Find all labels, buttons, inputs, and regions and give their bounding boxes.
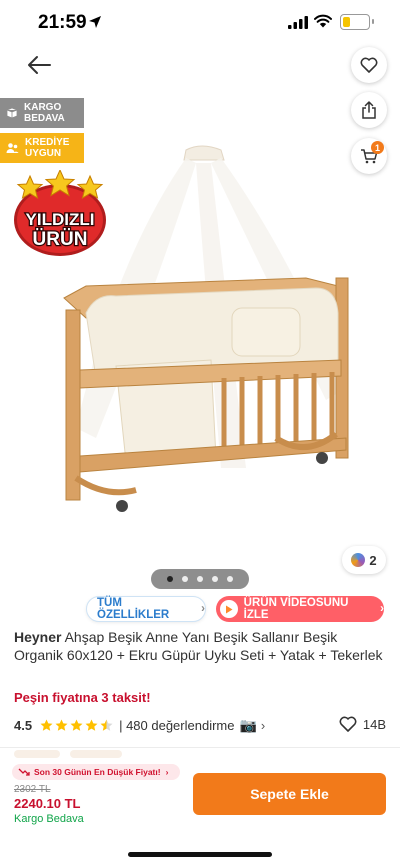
chevron-right-icon: ›	[260, 717, 266, 733]
chevron-right-icon: ›	[380, 603, 384, 615]
scrolled-chip	[70, 750, 122, 758]
divider	[0, 747, 400, 748]
star-icon	[40, 719, 53, 731]
free-shipping-text: Kargo Bedava	[14, 813, 84, 825]
add-to-cart-button[interactable]: Sepete Ekle	[193, 773, 386, 815]
old-price: 2302 TL	[14, 784, 51, 795]
carousel-dot[interactable]	[212, 576, 218, 582]
share-icon	[362, 101, 376, 119]
lowest-price-label: Son 30 Günün En Düşük Fiyatı!	[34, 767, 161, 777]
carousel-dot[interactable]	[227, 576, 233, 582]
star-icon	[100, 719, 113, 731]
cargo-badge-line1: KARGO	[24, 102, 62, 113]
favorite-button[interactable]	[351, 47, 387, 83]
location-arrow-icon	[89, 16, 101, 28]
installment-text: Peşin fiyatına 3 taksit!	[14, 690, 151, 705]
review-count[interactable]: | 480 değerlendirme	[119, 718, 234, 733]
play-icon	[220, 600, 238, 618]
carousel-dot[interactable]	[197, 576, 203, 582]
box-icon	[6, 107, 18, 119]
product-title: Heyner Ahşap Beşik Anne Yanı Beşik Salla…	[14, 628, 384, 664]
lowest-price-badge[interactable]: Son 30 Günün En Düşük Fiyatı! ›	[12, 764, 180, 780]
favorite-count-value: 14B	[362, 716, 386, 732]
battery-icon	[340, 14, 374, 30]
product-image[interactable]	[46, 138, 366, 518]
watch-video-label: ÜRÜN VİDEOSUNU İZLE	[243, 597, 349, 621]
star-icon	[70, 719, 83, 731]
share-button[interactable]	[351, 92, 387, 128]
star-icon	[85, 719, 98, 731]
product-brand[interactable]: Heyner	[14, 629, 61, 645]
cargo-badge-line2: BEDAVA	[24, 113, 65, 124]
back-arrow-icon[interactable]	[24, 52, 54, 78]
wifi-icon	[314, 14, 332, 28]
watch-video-button[interactable]: ÜRÜN VİDEOSUNU İZLE ›	[216, 596, 384, 622]
carousel-dots[interactable]	[151, 569, 249, 589]
heart-icon	[339, 716, 357, 732]
product-name: Ahşap Beşik Anne Yanı Beşik Sallanır Beş…	[14, 629, 383, 663]
cart-count-badge: 1	[371, 141, 384, 154]
status-time: 21:59	[38, 12, 87, 33]
rating-value: 4.5	[14, 717, 33, 733]
current-price: 2240.10 TL	[14, 796, 81, 811]
cellular-signal-icon	[288, 16, 308, 29]
all-features-label: TÜM ÖZELLİKLER	[97, 597, 170, 621]
rating-row[interactable]: 4.5 | 480 değerlendirme 📷 › 14B	[14, 716, 386, 734]
media-count: 2	[369, 552, 377, 568]
camera-icon: 📷	[239, 716, 257, 733]
carousel-dot[interactable]	[182, 576, 188, 582]
status-bar: 21:59	[0, 0, 400, 48]
media-icon	[351, 553, 366, 567]
heart-icon	[360, 57, 378, 73]
chevron-right-icon: ›	[165, 767, 169, 777]
rating-stars	[40, 719, 113, 732]
star-icon	[55, 719, 68, 731]
people-icon	[6, 143, 19, 153]
chevron-right-icon: ›	[201, 603, 205, 615]
all-features-button[interactable]: TÜM ÖZELLİKLER ›	[86, 596, 206, 622]
trend-down-icon	[18, 768, 30, 776]
carousel-dot[interactable]	[167, 576, 173, 582]
scrolled-chip	[14, 750, 60, 758]
home-indicator	[128, 852, 272, 857]
battery-level	[343, 17, 350, 27]
favorite-count[interactable]: 14B	[339, 716, 386, 732]
media-count-pill[interactable]: 2	[342, 546, 386, 574]
free-cargo-badge: KARGO BEDAVA	[0, 98, 84, 128]
